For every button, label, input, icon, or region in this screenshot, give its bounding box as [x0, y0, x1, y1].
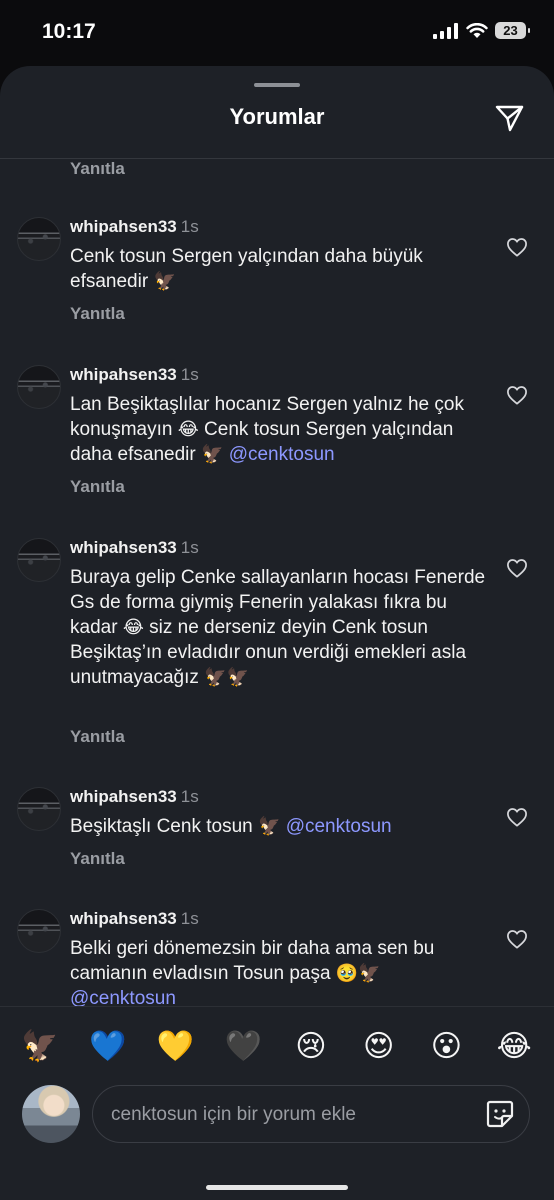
comment-input-box[interactable]: [92, 1085, 530, 1144]
heart-outline-icon[interactable]: [506, 807, 528, 827]
heart-outline-icon[interactable]: [506, 385, 528, 405]
emoji-button-crying[interactable]: 😢: [287, 1029, 335, 1064]
comments-list[interactable]: Yanıtla whipahsen33 1s Cenk tosun Sergen …: [0, 159, 554, 1006]
joy-emoji: 😂: [177, 419, 199, 439]
eagle-emoji: 🦅🦅: [204, 667, 249, 687]
avatar[interactable]: [17, 217, 61, 261]
comment-time: 1s: [180, 217, 199, 236]
comment-time: 1s: [180, 787, 199, 806]
reply-button[interactable]: Yanıtla: [70, 477, 125, 497]
mention-link[interactable]: @cenktosun: [70, 988, 176, 1006]
emoji-button-blue-heart[interactable]: 💙: [84, 1029, 132, 1064]
home-indicator[interactable]: [206, 1185, 348, 1190]
comment-text: Beşiktaşlı Cenk tosun 🦅 @cenktosun: [70, 816, 392, 837]
comment-username[interactable]: whipahsen33: [70, 787, 177, 806]
comment-text: Buraya gelip Cenke sallayanların hocası …: [70, 567, 486, 688]
current-user-avatar[interactable]: [22, 1085, 80, 1143]
emoji-button-eagle[interactable]: 🦅: [16, 1029, 64, 1064]
paper-plane-icon[interactable]: [493, 102, 525, 134]
comment-meta: whipahsen33 1s: [70, 217, 199, 237]
avatar[interactable]: [17, 787, 61, 831]
comment-input[interactable]: [109, 1086, 473, 1144]
heart-outline-icon[interactable]: [506, 558, 528, 578]
reply-button[interactable]: Yanıtla: [70, 727, 125, 747]
pleading-eagle-emoji: 🥹🦅: [335, 963, 381, 983]
quick-emoji-bar: 🦅 💙 💛 🖤 😢 😍 😮 😂: [0, 1006, 554, 1086]
mention-link[interactable]: @cenktosun: [229, 444, 335, 465]
reply-button[interactable]: Yanıtla: [70, 304, 125, 324]
emoji-button-joy[interactable]: 😂: [490, 1029, 538, 1064]
heart-outline-icon[interactable]: [506, 237, 528, 257]
comments-sheet: Yorumlar Yanıtla whipahsen33 1s Cenk tosu…: [0, 66, 554, 1200]
comment-time: 1s: [180, 909, 199, 928]
heart-outline-icon[interactable]: [506, 929, 528, 949]
battery-icon: 23: [495, 22, 530, 39]
comment-text: Lan Beşiktaşlılar hocanız Sergen yalnız …: [70, 394, 464, 465]
comment-meta: whipahsen33 1s: [70, 909, 199, 929]
comment-username[interactable]: whipahsen33: [70, 909, 177, 928]
reply-button[interactable]: Yanıtla: [70, 849, 125, 869]
eagle-emoji: 🦅: [257, 816, 281, 836]
comment-meta: whipahsen33 1s: [70, 538, 199, 558]
comment-time: 1s: [180, 365, 199, 384]
comment-username[interactable]: whipahsen33: [70, 538, 177, 557]
cellular-signal-icon: [433, 22, 458, 39]
eagle-emoji: 🦅: [201, 444, 224, 464]
comment-text: Belki geri dönemezsin bir daha ama sen b…: [70, 936, 490, 1006]
avatar[interactable]: [17, 365, 61, 409]
mention-link[interactable]: @cenktosun: [286, 816, 392, 837]
status-time: 10:17: [42, 20, 96, 43]
comment-meta: whipahsen33 1s: [70, 365, 199, 385]
emoji-button-surprised[interactable]: 😮: [422, 1029, 470, 1064]
comment-time: 1s: [180, 538, 199, 557]
avatar[interactable]: [17, 909, 61, 953]
status-icons: 23: [433, 22, 530, 39]
comment-input-row: [0, 1082, 554, 1162]
drag-handle[interactable]: [254, 83, 300, 87]
comment-text: Cenk tosun Sergen yalçından daha büyük e…: [70, 246, 423, 292]
emoji-button-black-heart[interactable]: 🖤: [219, 1029, 267, 1064]
comment-username[interactable]: whipahsen33: [70, 365, 177, 384]
sticker-icon[interactable]: [485, 1099, 515, 1129]
wifi-icon: [466, 22, 488, 38]
comment-username[interactable]: whipahsen33: [70, 217, 177, 236]
reply-button[interactable]: Yanıtla: [70, 159, 125, 179]
avatar[interactable]: [17, 538, 61, 582]
emoji-button-yellow-heart[interactable]: 💛: [151, 1029, 199, 1064]
status-bar: 10:17 23: [0, 0, 554, 66]
eagle-emoji: 🦅: [153, 271, 176, 291]
joy-emoji: 😂: [122, 617, 144, 637]
comment-meta: whipahsen33 1s: [70, 787, 199, 807]
sheet-title: Yorumlar: [229, 104, 325, 129]
emoji-button-heart-eyes[interactable]: 😍: [355, 1029, 403, 1064]
